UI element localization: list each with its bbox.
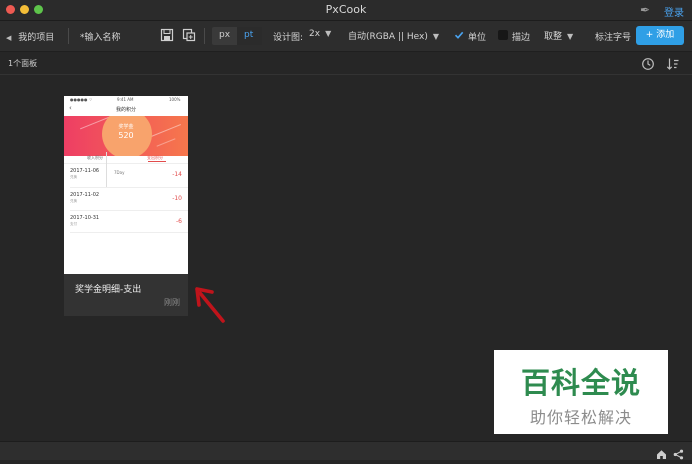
status-carrier: ●●●●● ⌔ <box>70 97 93 102</box>
unit-checkbox[interactable] <box>454 30 464 40</box>
back-label: 我的项目 <box>18 33 55 43</box>
divider <box>0 74 692 75</box>
watermark-line2: 助你轻松解决 <box>529 408 632 427</box>
color-format-value: 自动(RGBA || Hex) <box>348 32 428 42</box>
tab-underline <box>148 161 166 162</box>
bottom-bar <box>0 441 692 460</box>
row-date: 2017-11-02 <box>70 192 100 198</box>
stroke-checkbox[interactable] <box>498 30 508 40</box>
color-format-select[interactable]: 自动(RGBA || Hex) ▼ <box>348 29 439 42</box>
row-amount: -10 <box>172 195 182 202</box>
divider <box>106 152 107 188</box>
unit-checkbox-label: 单位 <box>468 33 487 43</box>
row-desc: 支付 <box>70 222 77 226</box>
title-bar: PxCook ✒ 登录 <box>0 0 692 21</box>
login-link[interactable]: 登录 <box>664 4 684 19</box>
banner-label: 奖学金 <box>118 124 134 130</box>
status-battery: 100% <box>169 97 181 102</box>
row-desc: 兑换 <box>70 175 77 179</box>
unit-pt-option[interactable]: pt <box>244 30 253 40</box>
panel-header: 1个面板 <box>0 52 692 74</box>
divider <box>70 232 188 233</box>
add-button[interactable]: + 添加 <box>636 26 684 45</box>
banner-value: 520 <box>118 131 134 140</box>
divider <box>68 28 69 44</box>
panel-count: 1个面板 <box>8 59 38 68</box>
caret-down-icon: ▼ <box>325 29 332 38</box>
rounding-select[interactable]: 取整 ▼ <box>544 29 573 42</box>
design-scale-value: 2x <box>309 29 321 39</box>
design-scale-label: 设计图: <box>273 33 304 43</box>
caret-down-icon: ▼ <box>432 32 439 41</box>
design-scale-select[interactable]: 2x ▼ <box>309 29 331 39</box>
row-amount: -14 <box>172 171 182 178</box>
watermark-line1: 百科全说 <box>520 366 641 400</box>
annotation-arrow <box>194 286 230 330</box>
row-desc: 兑换 <box>70 199 77 203</box>
rounding-value: 取整 <box>544 32 563 42</box>
divider <box>64 163 188 164</box>
watermark-logo: 百科全说 助你轻松解决 <box>494 350 668 434</box>
caret-down-icon: ▼ <box>567 32 574 41</box>
status-time: 9:41 AM <box>117 97 134 102</box>
row-amount: -6 <box>176 218 182 225</box>
row-date: 2017-10-31 <box>70 215 100 221</box>
artboard-time: 刚刚 <box>164 298 180 307</box>
save-icon[interactable] <box>160 28 174 42</box>
sort-icon[interactable] <box>666 56 680 75</box>
divider <box>70 210 188 211</box>
share-icon[interactable] <box>673 445 684 464</box>
unit-switch: px pt <box>212 27 262 45</box>
feather-icon[interactable]: ✒ <box>640 3 650 17</box>
divider <box>204 28 205 44</box>
thumb-tab-income: 收入积分 <box>87 155 103 160</box>
annotation-font-size-label[interactable]: 标注字号 <box>595 30 631 43</box>
artboard-name: 奖学金明细-支出 <box>75 285 142 295</box>
timer-icon[interactable] <box>641 56 655 75</box>
window-title: PxCook <box>325 3 367 16</box>
thumb-banner: 奖学金 520 <box>64 116 188 156</box>
divider <box>70 187 188 188</box>
export-icon[interactable] <box>182 28 196 42</box>
stroke-checkbox-label: 描边 <box>512 33 531 43</box>
artboard-thumbnail[interactable]: ●●●●● ⌔ 9:41 AM 100% ‹ 我的积分 奖学金 520 收入积分… <box>64 96 188 274</box>
artboard-card[interactable]: ●●●●● ⌔ 9:41 AM 100% ‹ 我的积分 奖学金 520 收入积分… <box>64 96 188 316</box>
row-note: 7Day <box>114 170 125 175</box>
chevron-left-icon: ◀ <box>6 34 12 42</box>
back-to-projects-button[interactable]: ◀ 我的项目 <box>6 30 54 43</box>
project-name-input[interactable]: *输入名称 <box>80 30 121 43</box>
home-icon[interactable] <box>656 445 667 464</box>
thumb-nav-title: 我的积分 <box>115 107 136 113</box>
toolbar: ◀ 我的项目 *输入名称 px pt 设计图: 2x ▼ 自动(RGBA || H… <box>0 21 692 52</box>
row-date: 2017-11-06 <box>70 168 100 174</box>
unit-px-option[interactable]: px <box>219 30 230 40</box>
